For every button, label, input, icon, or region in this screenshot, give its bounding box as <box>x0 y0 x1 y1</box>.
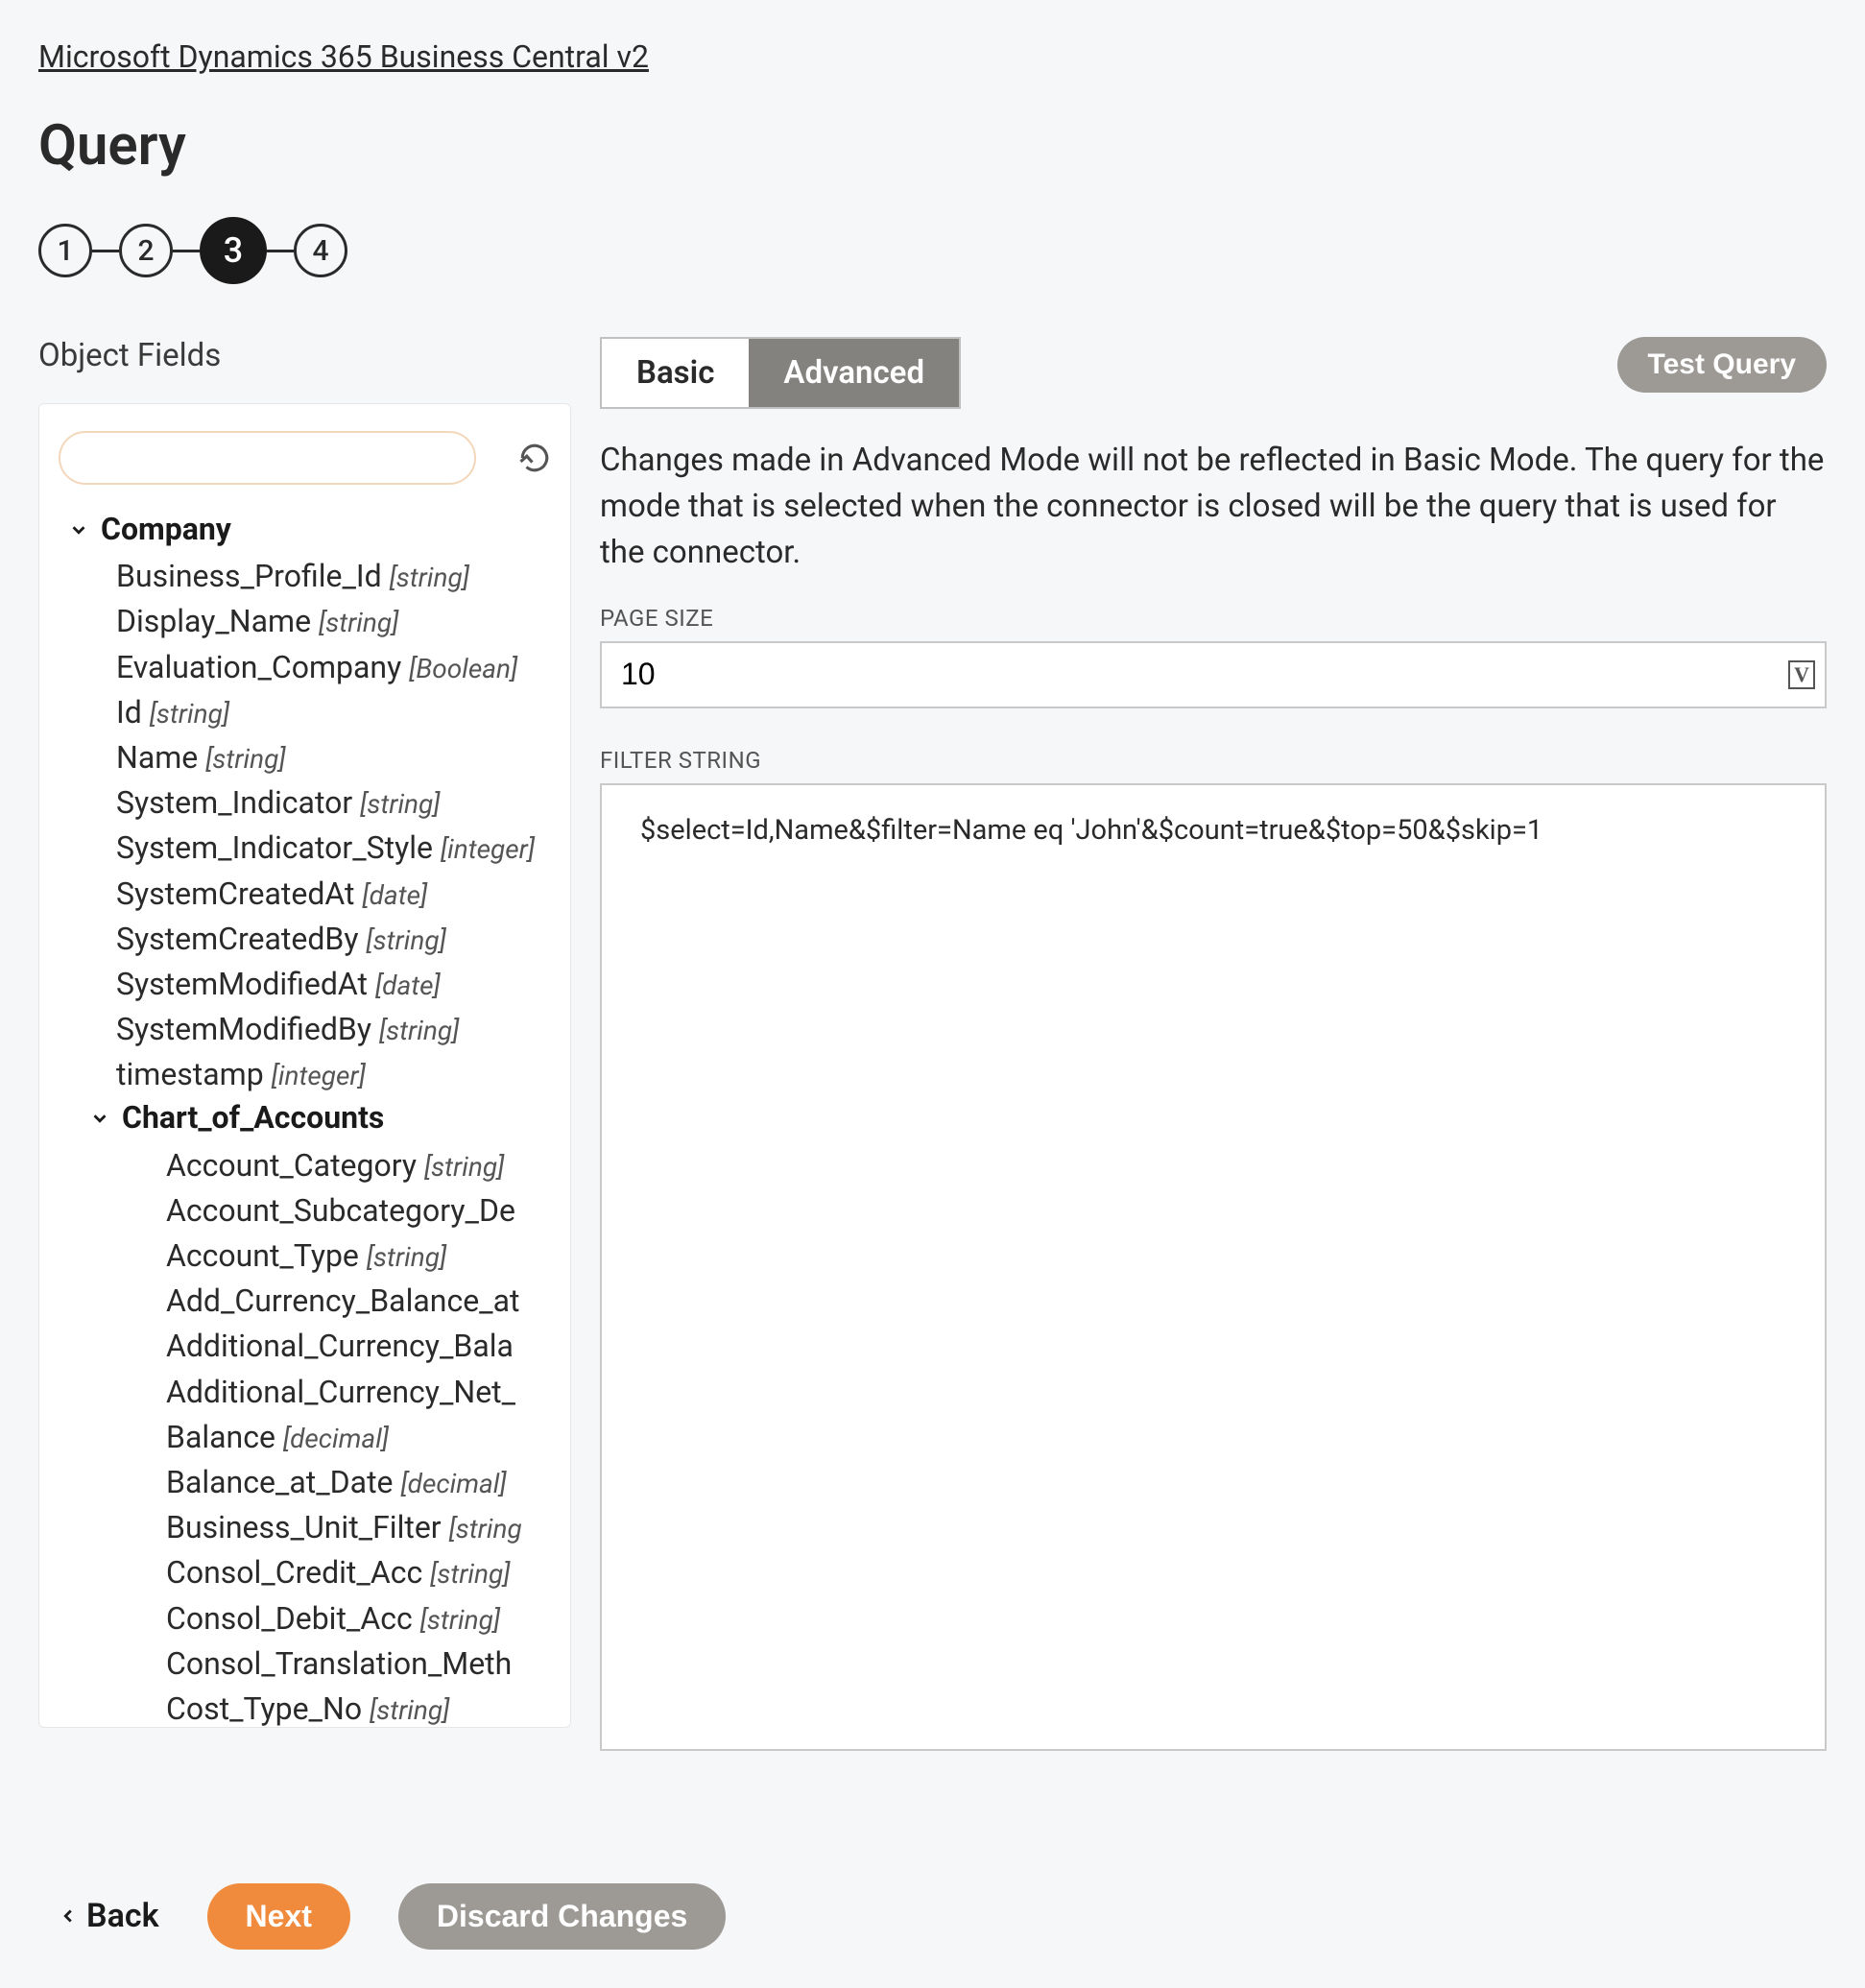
variable-badge-icon[interactable]: V <box>1788 660 1815 689</box>
tree-field-item[interactable]: Evaluation_Company [Boolean] <box>116 645 551 690</box>
tab-advanced[interactable]: Advanced <box>749 339 959 407</box>
back-label: Back <box>86 1897 159 1935</box>
object-fields-panel: Company Business_Profile_Id [string]Disp… <box>38 403 571 1728</box>
tree-field-item[interactable]: Name [string] <box>116 735 551 780</box>
page-size-label: PAGE SIZE <box>600 605 1827 632</box>
mode-info-text: Changes made in Advanced Mode will not b… <box>600 438 1827 576</box>
tab-basic[interactable]: Basic <box>602 339 749 407</box>
wizard-stepper: 1 2 3 4 <box>38 217 1827 284</box>
fields-tree: Company Business_Profile_Id [string]Disp… <box>68 509 551 1728</box>
tree-field-item[interactable]: SystemCreatedBy [string] <box>116 917 551 962</box>
tree-field-item[interactable]: Consol_Credit_Acc [string] <box>166 1550 551 1595</box>
tree-field-item[interactable]: SystemCreatedAt [date] <box>116 872 551 917</box>
tree-field-item[interactable]: Additional_Currency_Bala <box>166 1324 551 1369</box>
step-2[interactable]: 2 <box>119 224 173 277</box>
breadcrumb-link[interactable]: Microsoft Dynamics 365 Business Central … <box>38 38 649 75</box>
test-query-button[interactable]: Test Query <box>1617 337 1828 393</box>
tree-field-item[interactable]: Consol_Translation_Meth <box>166 1641 551 1687</box>
page-title: Query <box>38 113 1827 179</box>
tree-field-item[interactable]: Additional_Currency_Net_ <box>166 1370 551 1415</box>
step-4[interactable]: 4 <box>294 224 347 277</box>
tree-field-item[interactable]: Business_Profile_Id [string] <box>116 554 551 599</box>
tree-field-item[interactable]: SystemModifiedAt [date] <box>116 962 551 1007</box>
step-connector <box>267 250 294 252</box>
tree-field-item[interactable]: Consol_Debit_Acc [string] <box>166 1596 551 1641</box>
object-fields-label: Object Fields <box>38 337 571 374</box>
tree-field-item[interactable]: Display_Name [string] <box>116 599 551 644</box>
tree-field-item[interactable]: Balance_at_Date [decimal] <box>166 1460 551 1505</box>
tree-field-item[interactable]: Add_Currency_Balance_at <box>166 1279 551 1324</box>
step-1[interactable]: 1 <box>38 224 92 277</box>
next-button[interactable]: Next <box>207 1883 350 1950</box>
step-3[interactable]: 3 <box>200 217 267 284</box>
step-connector <box>92 250 119 252</box>
chevron-down-icon[interactable] <box>89 1108 110 1129</box>
tree-field-item[interactable]: Id [string] <box>116 690 551 735</box>
tree-field-item[interactable]: Account_Type [string] <box>166 1234 551 1279</box>
tree-field-item[interactable]: System_Indicator [string] <box>116 780 551 826</box>
tree-node-label: Company <box>101 509 231 550</box>
tree-node-chart-of-accounts[interactable]: Chart_of_Accounts Account_Category [stri… <box>126 1097 551 1728</box>
tree-field-item[interactable]: Account_Category [string] <box>166 1143 551 1188</box>
step-connector <box>173 250 200 252</box>
object-fields-search-input[interactable] <box>59 431 476 485</box>
mode-tab-group: Basic Advanced <box>600 337 961 409</box>
tree-node-label: Chart_of_Accounts <box>122 1097 384 1138</box>
page-size-input[interactable] <box>600 641 1827 708</box>
tree-field-item[interactable]: timestamp [integer] <box>116 1052 551 1097</box>
tree-field-item[interactable]: Cost_Type_No [string] <box>166 1687 551 1728</box>
filter-string-input[interactable] <box>600 783 1827 1751</box>
tree-node-company[interactable]: Company Business_Profile_Id [string]Disp… <box>68 509 551 1728</box>
filter-string-label: FILTER STRING <box>600 747 1827 774</box>
chevron-left-icon <box>58 1905 79 1927</box>
tree-field-item[interactable]: Balance [decimal] <box>166 1415 551 1460</box>
tree-field-item[interactable]: System_Indicator_Style [integer] <box>116 826 551 871</box>
chevron-down-icon[interactable] <box>68 519 89 540</box>
tree-field-item[interactable]: SystemModifiedBy [string] <box>116 1007 551 1052</box>
discard-changes-button[interactable]: Discard Changes <box>398 1883 726 1950</box>
back-button[interactable]: Back <box>58 1897 159 1935</box>
refresh-icon[interactable] <box>518 442 551 474</box>
tree-field-item[interactable]: Business_Unit_Filter [string <box>166 1505 551 1550</box>
tree-field-item[interactable]: Account_Subcategory_De <box>166 1188 551 1234</box>
